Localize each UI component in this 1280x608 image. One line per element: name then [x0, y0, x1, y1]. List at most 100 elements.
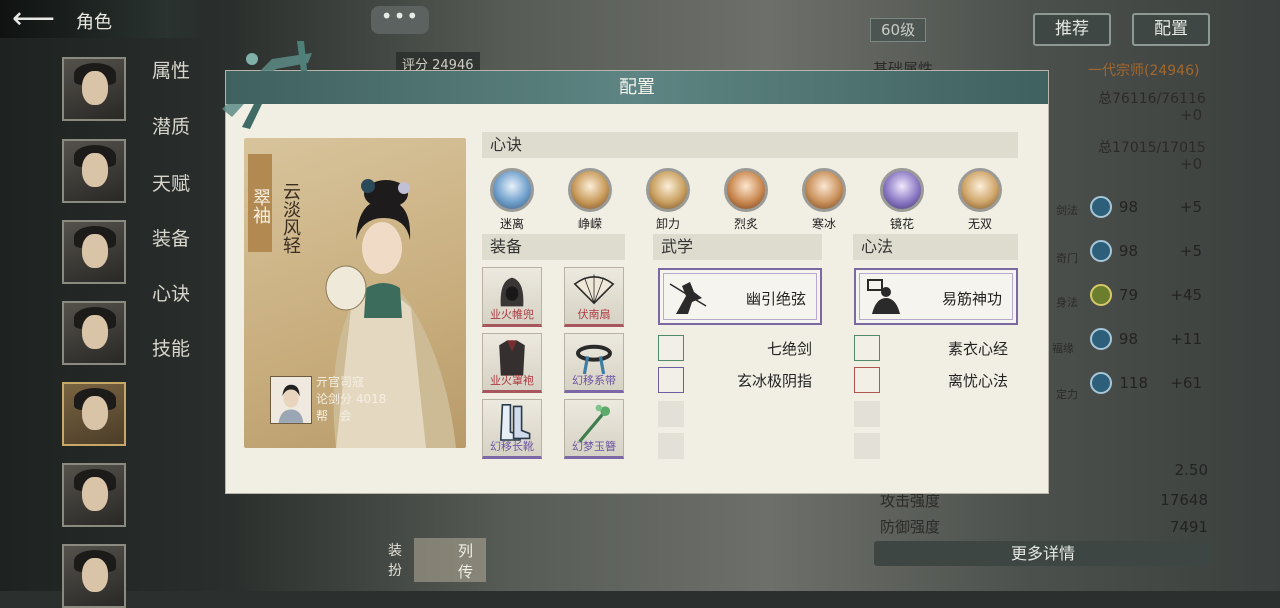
biography-button[interactable]: 列传	[414, 538, 486, 582]
more-details-button[interactable]: 更多详情	[874, 541, 1212, 566]
xinjue-item[interactable]: 无双	[950, 168, 1010, 232]
equipment-slot-hairpin[interactable]: 幻梦玉簪	[564, 399, 624, 459]
xinjue-item[interactable]: 烈炙	[716, 168, 776, 232]
xinjue-label: 迷离	[499, 217, 524, 231]
equipment-slot-armor[interactable]: 业火罩袍	[482, 333, 542, 393]
top-bar: ⟵ 角色	[0, 0, 210, 38]
stat-value: 79	[1118, 286, 1138, 304]
stat-bonus: +5	[1179, 242, 1202, 260]
stat-grade-icon	[1090, 284, 1112, 306]
xinjue-label: 寒冰	[811, 217, 836, 231]
equipment-slot-helmet[interactable]: 业火帷兜	[482, 267, 542, 327]
total-mp: 总17015/17015	[1098, 140, 1206, 156]
mist-orb-icon	[490, 168, 534, 212]
stat-bonus: +11	[1170, 330, 1202, 348]
character-portrait[interactable]	[62, 220, 126, 284]
avatar-icon	[278, 384, 304, 423]
stat-bonus: +45	[1170, 286, 1202, 304]
moon-orb-icon	[880, 168, 924, 212]
xinjue-item[interactable]: 峥嵘	[560, 168, 620, 232]
xinfa-main-skill[interactable]: 易筋神功	[854, 268, 1018, 325]
skill-name: 幽引绝弦	[745, 290, 806, 308]
player-title: 亓官司寇	[316, 375, 365, 389]
attack-value: 17648	[1160, 491, 1208, 509]
empty-skill-slot[interactable]	[658, 401, 684, 427]
sword-score-value: 4018	[355, 392, 387, 406]
nav-attributes[interactable]: 属性	[152, 56, 190, 83]
stat-grade-icon	[1090, 372, 1112, 394]
xinjue-item[interactable]: 卸力	[638, 168, 698, 232]
empty-skill-slot[interactable]	[854, 401, 880, 427]
empty-skill-slot[interactable]	[658, 433, 684, 459]
character-portrait[interactable]	[62, 463, 126, 527]
equipment-slot-boots[interactable]: 幻移长靴	[482, 399, 542, 459]
nav-potential[interactable]: 潜质	[152, 112, 190, 139]
character-portrait[interactable]	[62, 544, 126, 608]
xinjue-header: 心诀	[482, 132, 1018, 158]
outfit-button[interactable]: 装扮	[344, 538, 408, 580]
guild-value: 会	[339, 409, 352, 423]
recommend-button[interactable]: 推荐	[1033, 13, 1111, 46]
skill-figure-icon	[854, 367, 880, 393]
xinfa-sub-skill[interactable]: 离忧心法	[854, 367, 1018, 395]
character-portrait-selected[interactable]	[62, 382, 126, 446]
character-portrait[interactable]	[62, 57, 126, 121]
stat-value: 98	[1118, 330, 1138, 348]
character-portrait[interactable]	[62, 139, 126, 203]
wuxue-header: 武学	[653, 234, 822, 260]
xinjue-item[interactable]: 镜花	[872, 168, 932, 232]
nav-xinjue[interactable]: 心诀	[152, 279, 190, 306]
level-badge: 60级	[870, 18, 926, 42]
modal-title: 配置	[226, 71, 1048, 104]
empty-skill-slot[interactable]	[854, 433, 880, 459]
sword-score-line: 论剑分 4018	[316, 391, 386, 408]
nav-skills[interactable]: 技能	[152, 334, 190, 361]
xinfa-sub-skill[interactable]: 素衣心经	[854, 335, 1018, 363]
wuxue-sub-skill[interactable]: 玄冰极阴指	[658, 367, 822, 395]
stat-grade-icon	[1090, 328, 1112, 350]
equipment-header: 装备	[482, 234, 625, 260]
xinjue-label: 卸力	[655, 217, 680, 231]
defense-value: 7491	[1169, 518, 1208, 536]
nav-equipment[interactable]: 装备	[152, 224, 190, 251]
equipment-slot-belt[interactable]: 幻移系带	[564, 333, 624, 393]
stat-grade-icon	[1090, 196, 1112, 218]
stat-label: 定力	[1056, 388, 1078, 401]
dragon-orb-icon	[958, 168, 1002, 212]
wuxue-main-skill[interactable]: 幽引绝弦	[658, 268, 822, 325]
wuxue-sub-skill[interactable]: 七绝剑	[658, 335, 822, 363]
defense-label: 防御强度	[880, 518, 941, 536]
xinjue-item[interactable]: 寒冰	[794, 168, 854, 232]
guild-label: 帮	[316, 409, 329, 423]
frost-orb-icon	[802, 168, 846, 212]
skill-figure-icon	[658, 367, 684, 393]
xinjue-label: 无双	[967, 217, 992, 231]
chat-bubble-icon[interactable]: •••	[371, 6, 429, 34]
guild-line: 帮 会	[316, 408, 386, 425]
equipment-name: 幻移系带	[572, 374, 616, 387]
meditation-icon	[867, 279, 900, 314]
equipment-name: 伏南扇	[577, 308, 611, 321]
xinjue-item[interactable]: 迷离	[482, 168, 542, 232]
page-title: 角色	[76, 12, 112, 33]
config-button[interactable]: 配置	[1132, 13, 1210, 46]
character-portrait[interactable]	[62, 301, 126, 365]
deflect-orb-icon	[646, 168, 690, 212]
sword-score-label: 论剑分	[316, 392, 353, 406]
stat-value: 118	[1119, 374, 1148, 392]
character-name: 翠袖	[248, 154, 272, 252]
attack-label: 攻击强度	[880, 492, 941, 510]
stat-value: 98	[1118, 242, 1138, 260]
skill-figure-icon	[854, 335, 880, 361]
equipment-slot-weapon[interactable]: 伏南扇	[564, 267, 624, 327]
crit-value: 2.50	[1174, 461, 1208, 479]
nav-talent[interactable]: 天赋	[152, 169, 190, 196]
skill-name: 玄冰极阴指	[736, 372, 812, 390]
skill-name: 素衣心经	[947, 340, 1008, 358]
character-motto: 云淡风轻	[280, 182, 301, 254]
mp-bonus: +0	[1180, 155, 1203, 173]
blaze-orb-icon	[724, 168, 768, 212]
skill-name: 七绝剑	[766, 340, 812, 358]
back-arrow-icon[interactable]: ⟵	[12, 4, 55, 34]
stat-label: 福缘	[1052, 342, 1074, 355]
